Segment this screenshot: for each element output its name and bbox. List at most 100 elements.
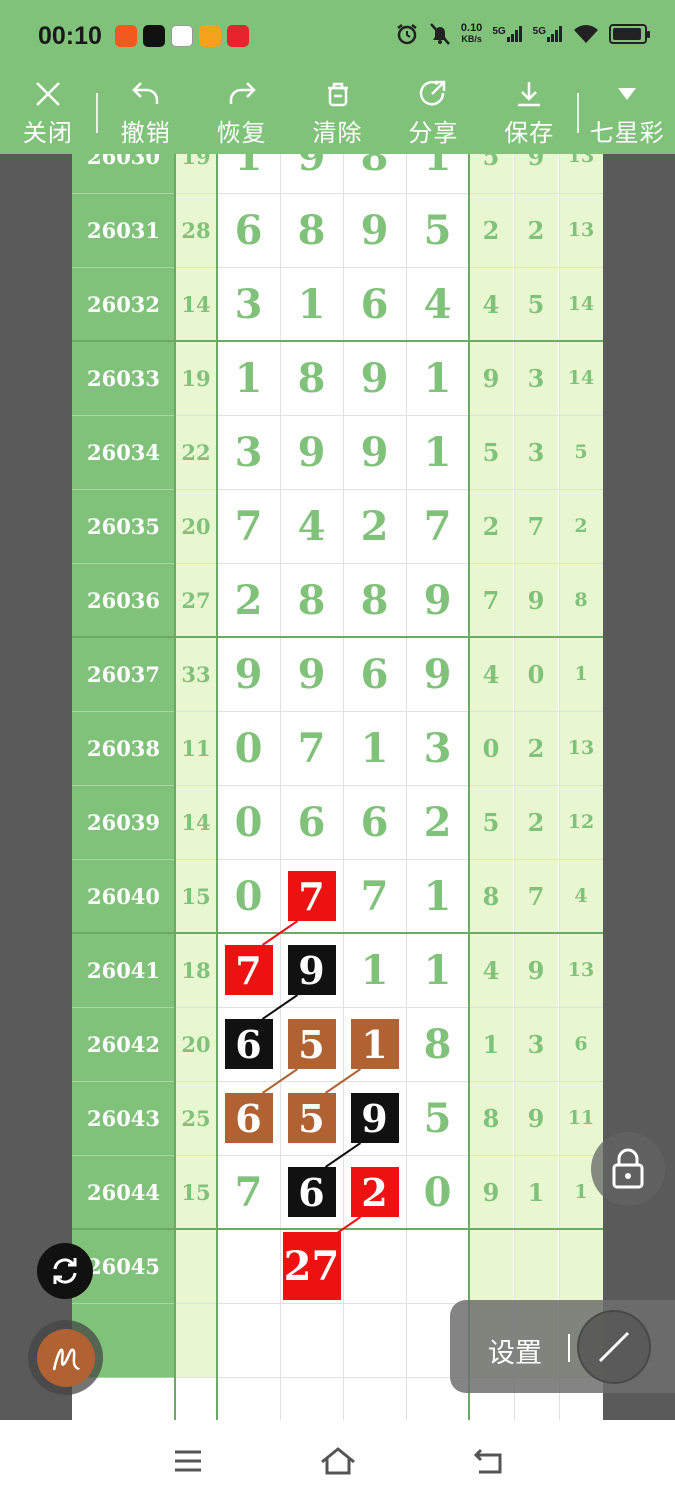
digit-cell[interactable]: 5 xyxy=(406,1081,469,1155)
digit-cell[interactable]: 9 xyxy=(280,415,343,489)
digit-cell[interactable]: 6 xyxy=(343,637,406,711)
digit-cell[interactable]: 9 xyxy=(280,933,343,1007)
digit-cell[interactable]: 6 xyxy=(343,785,406,859)
period-cell: 26044 xyxy=(72,1155,175,1229)
digit-cell[interactable]: 0 xyxy=(406,1155,469,1229)
line-tool-button[interactable] xyxy=(577,1310,651,1384)
digit-cell[interactable]: 1 xyxy=(217,154,280,193)
digit-cell[interactable]: 7 xyxy=(280,711,343,785)
close-button[interactable]: 关闭 xyxy=(0,72,96,154)
clear-button[interactable]: 清除 xyxy=(290,72,386,154)
back-nav-button[interactable] xyxy=(468,1444,508,1478)
digit-cell[interactable]: 7 xyxy=(406,489,469,563)
digit-cell[interactable]: 2 xyxy=(406,785,469,859)
digit-cell[interactable]: 6 xyxy=(217,193,280,267)
redo-button[interactable]: 恢复 xyxy=(194,72,290,154)
stat-cell: 7 xyxy=(469,563,513,637)
stat-cell: 2 xyxy=(469,193,513,267)
digit-cell[interactable]: 6 xyxy=(343,267,406,341)
digit-cell[interactable]: 1 xyxy=(406,154,469,193)
digit-cell[interactable]: 9 xyxy=(343,1081,406,1155)
digit-cell[interactable]: 8 xyxy=(280,341,343,415)
digit-cell[interactable] xyxy=(343,1303,406,1377)
digit-cell[interactable]: 0 xyxy=(217,711,280,785)
highlighted-digit: 9 xyxy=(287,945,336,995)
digit-cell[interactable]: 1 xyxy=(406,341,469,415)
digit-cell[interactable]: 1 xyxy=(406,859,469,933)
digit-cell[interactable]: 8 xyxy=(280,563,343,637)
digit-cell[interactable]: 6 xyxy=(217,1081,280,1155)
digit-cell[interactable] xyxy=(343,1229,406,1303)
stat-cell: 2 xyxy=(469,489,513,563)
highlighted-digit: 7 xyxy=(224,945,273,995)
stat-cell: 6 xyxy=(559,1007,603,1081)
save-button[interactable]: 保存 xyxy=(481,72,577,154)
digit-cell[interactable]: 6 xyxy=(217,1007,280,1081)
digit-cell[interactable]: 9 xyxy=(343,193,406,267)
lottery-trend-grid[interactable]: 26030 19 1 9 8 1 5 9 13 26031 28 6 8 9 5 2 2 13 26032 14 3 1 6… xyxy=(72,154,603,1420)
digit-cell[interactable]: 5 xyxy=(280,1007,343,1081)
digit-cell[interactable]: 27 xyxy=(280,1229,343,1303)
sum-cell: 15 xyxy=(175,859,217,933)
digit-cell[interactable]: 2 xyxy=(217,563,280,637)
digit-cell[interactable] xyxy=(217,1229,280,1303)
digit-cell[interactable]: 1 xyxy=(343,1007,406,1081)
pen-tool-button[interactable] xyxy=(28,1320,103,1395)
digit-cell[interactable]: 8 xyxy=(406,1007,469,1081)
period-divider xyxy=(72,859,175,860)
digit-cell[interactable]: 9 xyxy=(343,415,406,489)
digit-cell[interactable]: 5 xyxy=(280,1081,343,1155)
digit-cell[interactable]: 8 xyxy=(280,193,343,267)
digit-cell[interactable] xyxy=(406,1229,469,1303)
digit-cell[interactable]: 7 xyxy=(217,489,280,563)
digit-cell[interactable]: 1 xyxy=(343,933,406,1007)
digit-cell[interactable]: 3 xyxy=(406,711,469,785)
stat-cell: 3 xyxy=(514,1007,558,1081)
period-cell: 26039 xyxy=(72,785,175,859)
digit-cell[interactable]: 9 xyxy=(280,637,343,711)
digit-cell[interactable] xyxy=(280,1303,343,1377)
digit-cell[interactable]: 2 xyxy=(343,1155,406,1229)
digit-cell[interactable]: 5 xyxy=(406,193,469,267)
digit-cell[interactable]: 7 xyxy=(280,859,343,933)
digit-cell[interactable]: 9 xyxy=(217,637,280,711)
refresh-button[interactable] xyxy=(37,1243,93,1299)
digit-cell[interactable]: 3 xyxy=(217,267,280,341)
share-button[interactable]: 分享 xyxy=(385,72,481,154)
stat-cell: 8 xyxy=(469,859,513,933)
lottery-type-dropdown[interactable]: 七星彩 xyxy=(579,72,675,154)
digit-cell[interactable]: 1 xyxy=(217,341,280,415)
digit-cell[interactable]: 9 xyxy=(406,563,469,637)
period-divider xyxy=(72,267,175,268)
digit-cell[interactable]: 9 xyxy=(343,341,406,415)
settings-button[interactable]: 设置 xyxy=(488,1331,542,1370)
digit-cell[interactable]: 2 xyxy=(343,489,406,563)
digit-cell[interactable]: 6 xyxy=(280,1155,343,1229)
digit-cell[interactable]: 0 xyxy=(217,785,280,859)
digit-cell[interactable]: 8 xyxy=(343,563,406,637)
digit-cell[interactable]: 9 xyxy=(406,637,469,711)
settings-panel: 设置 xyxy=(450,1300,675,1393)
digit-cell[interactable]: 1 xyxy=(343,711,406,785)
sum-cell: 27 xyxy=(175,563,217,637)
digit-cell[interactable]: 7 xyxy=(343,859,406,933)
lock-button[interactable] xyxy=(591,1132,665,1206)
digit-cell[interactable]: 7 xyxy=(217,933,280,1007)
digit-cell[interactable]: 4 xyxy=(406,267,469,341)
undo-button[interactable]: 撤销 xyxy=(98,72,194,154)
sum-cell: 20 xyxy=(175,489,217,563)
digit-cell[interactable]: 4 xyxy=(280,489,343,563)
digit-cell[interactable]: 1 xyxy=(406,933,469,1007)
digit-cell[interactable]: 1 xyxy=(280,267,343,341)
menu-nav-button[interactable] xyxy=(168,1444,208,1478)
digit-cell[interactable] xyxy=(217,1303,280,1377)
digit-cell[interactable]: 8 xyxy=(343,154,406,193)
digit-cell[interactable]: 1 xyxy=(406,415,469,489)
digit-cell[interactable]: 9 xyxy=(280,154,343,193)
digit-cell[interactable]: 6 xyxy=(280,785,343,859)
digit-cell[interactable]: 3 xyxy=(217,415,280,489)
digit-cell[interactable]: 0 xyxy=(217,859,280,933)
digit-cell[interactable]: 7 xyxy=(217,1155,280,1229)
group-divider xyxy=(72,340,603,342)
home-nav-button[interactable] xyxy=(318,1444,358,1478)
